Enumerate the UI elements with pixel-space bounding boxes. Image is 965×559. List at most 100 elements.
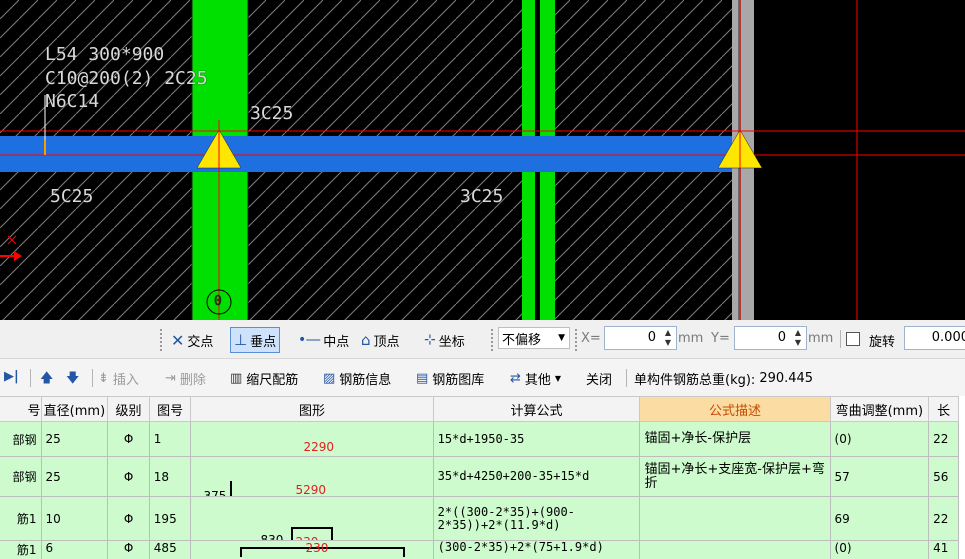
insert-button[interactable]: ⇟ 插入: [98, 369, 139, 388]
col-header-figure[interactable]: 图号: [148, 396, 192, 422]
chevron-down-icon: ▼: [554, 374, 562, 383]
rebar-info-label: 钢筋信息: [339, 373, 392, 388]
cell-name[interactable]: 筋1: [0, 496, 42, 541]
delete-row-icon: ⇥: [165, 371, 176, 386]
snap-perpendicular-label: 垂点: [250, 334, 277, 350]
intersection-icon: ✕: [171, 330, 185, 350]
col-header-grade[interactable]: 级别: [107, 396, 150, 422]
col-header-formula-desc[interactable]: 公式描述: [639, 396, 831, 422]
cell-diameter[interactable]: 25: [40, 456, 109, 497]
side-bar-label: N6C14: [45, 91, 100, 112]
cell-shape[interactable]: 375 5290: [190, 456, 434, 497]
cell-bend[interactable]: (0): [829, 421, 930, 457]
close-button[interactable]: 关闭: [586, 369, 612, 388]
cell-formula-desc[interactable]: 锚固+净长+支座宽-保护层+弯折: [639, 456, 831, 497]
insert-row-icon: ⇟: [98, 371, 109, 386]
y-spinner[interactable]: ▲ ▼: [792, 328, 804, 348]
last-record-icon: ▶|: [4, 369, 19, 384]
cell-grade[interactable]: Φ: [107, 540, 150, 559]
y-label: Y=: [711, 331, 730, 346]
stirrup-label: C10@200(2) 2C25: [45, 68, 208, 89]
col-header-length[interactable]: 长: [928, 396, 959, 422]
cell-name[interactable]: 部钢: [0, 456, 42, 497]
cell-formula[interactable]: 35*d+4250+200-35+15*d: [432, 456, 641, 497]
rebar-info-button[interactable]: ▨ 钢筋信息: [323, 369, 391, 388]
bottom-bar-right-label: 3C25: [460, 186, 504, 207]
scale-config-button[interactable]: ▥ 缩尺配筋: [230, 369, 298, 388]
arrow-up-icon: 🡅: [40, 371, 54, 386]
snap-coordinate-button[interactable]: ⊹ 坐标: [424, 329, 465, 351]
toolbar-grip: [160, 329, 162, 351]
cell-figure[interactable]: 195: [148, 496, 192, 541]
cell-length[interactable]: 56: [928, 456, 959, 497]
beam-name-label: L54 300*900: [45, 44, 165, 65]
rebar-table-container[interactable]: 号 直径(mm) 级别 图号 图形 计算公式 公式描述 弯曲调整(mm) 长 部…: [0, 396, 965, 559]
other-menu-label: 其他: [524, 373, 551, 388]
cell-formula[interactable]: 15*d+1950-35: [432, 421, 641, 457]
rebar-library-button[interactable]: ▤ 钢筋图库: [416, 369, 484, 388]
cell-name[interactable]: 筋1: [0, 540, 42, 559]
cell-figure[interactable]: 18: [148, 456, 192, 497]
snap-perpendicular-button[interactable]: ⊥ 垂点: [230, 327, 281, 353]
delete-label: 删除: [179, 373, 206, 388]
rotate-checkbox[interactable]: [846, 332, 860, 346]
cell-length[interactable]: 22: [928, 421, 959, 457]
cell-length[interactable]: 22: [928, 496, 959, 541]
table-row[interactable]: 筋1 6 Φ 485 230 (300-2*35)+2*(75+1.9*d) (…: [0, 540, 959, 559]
delete-button[interactable]: ⇥ 删除: [165, 369, 206, 388]
table-row[interactable]: 部钢 25 Φ 1 2290 15*d+1950-35 锚固+净长-保护层 (0…: [0, 421, 959, 457]
cell-grade[interactable]: Φ: [107, 496, 150, 541]
column-axis-marker: 0: [214, 294, 222, 309]
insert-label: 插入: [112, 373, 139, 388]
move-up-button[interactable]: 🡅: [40, 369, 53, 391]
cell-formula-desc[interactable]: [639, 496, 831, 541]
cell-diameter[interactable]: 10: [40, 496, 109, 541]
col-header-shape[interactable]: 图形: [190, 396, 434, 422]
x-spinner[interactable]: ▲ ▼: [662, 328, 674, 348]
cell-figure[interactable]: 485: [148, 540, 192, 559]
cell-grade[interactable]: Φ: [107, 421, 150, 457]
col-header-bend-adjust[interactable]: 弯曲调整(mm): [829, 396, 930, 422]
last-record-button[interactable]: ▶|: [4, 369, 19, 384]
cell-shape[interactable]: 230: [190, 540, 434, 559]
cell-shape[interactable]: 830 230: [190, 496, 434, 541]
cell-figure[interactable]: 1: [148, 421, 192, 457]
col-header-diameter[interactable]: 直径(mm): [40, 396, 109, 422]
x-coordinate-input[interactable]: 0 ▲ ▼: [604, 326, 677, 350]
cell-bend[interactable]: 57: [829, 456, 930, 497]
col-header-number[interactable]: 号: [0, 396, 42, 422]
table-row[interactable]: 部钢 25 Φ 18 375 5290 35*d+4250+200-35+15*…: [0, 456, 959, 497]
cell-formula[interactable]: (300-2*35)+2*(75+1.9*d): [432, 540, 641, 559]
y-coordinate-input[interactable]: 0 ▲ ▼: [734, 326, 807, 350]
snap-midpoint-button[interactable]: •― 中点: [298, 329, 349, 351]
snap-intersection-button[interactable]: ✕ 交点: [171, 329, 213, 351]
total-weight-value: 290.445: [759, 371, 814, 386]
toolbar-grip-2: [491, 329, 493, 351]
snap-vertex-label: 顶点: [373, 334, 400, 350]
cell-diameter[interactable]: 6: [40, 540, 109, 559]
cell-grade[interactable]: Φ: [107, 456, 150, 497]
col-header-formula[interactable]: 计算公式: [432, 396, 641, 422]
cell-formula-desc[interactable]: [639, 540, 831, 559]
vertex-icon: ⌂: [361, 331, 371, 349]
total-weight-label: 单构件钢筋总重(kg):: [634, 373, 756, 388]
other-menu-icon: ⇄: [510, 371, 521, 386]
other-menu-button[interactable]: ⇄ 其他 ▼: [510, 369, 561, 388]
cell-formula[interactable]: 2*((300-2*35)+(900-2*35))+2*(11.9*d): [432, 496, 641, 541]
cell-diameter[interactable]: 25: [40, 421, 109, 457]
cad-drawing-canvas[interactable]: L54 300*900 C10@200(2) 2C25 N6C14 3C25 5…: [0, 0, 965, 320]
rotate-input[interactable]: 0.000: [904, 326, 965, 350]
y-coordinate-value: 0: [777, 330, 786, 345]
table-row[interactable]: 筋1 10 Φ 195 830 230 2*((300-2*35)+(900-2…: [0, 496, 959, 541]
move-down-button[interactable]: 🡇: [66, 369, 79, 391]
cell-formula-desc[interactable]: 锚固+净长-保护层: [639, 421, 831, 457]
cell-bend[interactable]: 69: [829, 496, 930, 541]
offset-mode-select[interactable]: 不偏移 ▼: [498, 327, 570, 349]
cell-shape[interactable]: 2290: [190, 421, 434, 457]
cell-length[interactable]: 41: [928, 540, 959, 559]
snap-intersection-label: 交点: [187, 334, 214, 350]
cell-name[interactable]: 部钢: [0, 421, 42, 457]
snap-vertex-button[interactable]: ⌂ 顶点: [361, 329, 400, 351]
cell-bend[interactable]: (0): [829, 540, 930, 559]
table-header-row: 号 直径(mm) 级别 图号 图形 计算公式 公式描述 弯曲调整(mm) 长: [0, 396, 959, 422]
